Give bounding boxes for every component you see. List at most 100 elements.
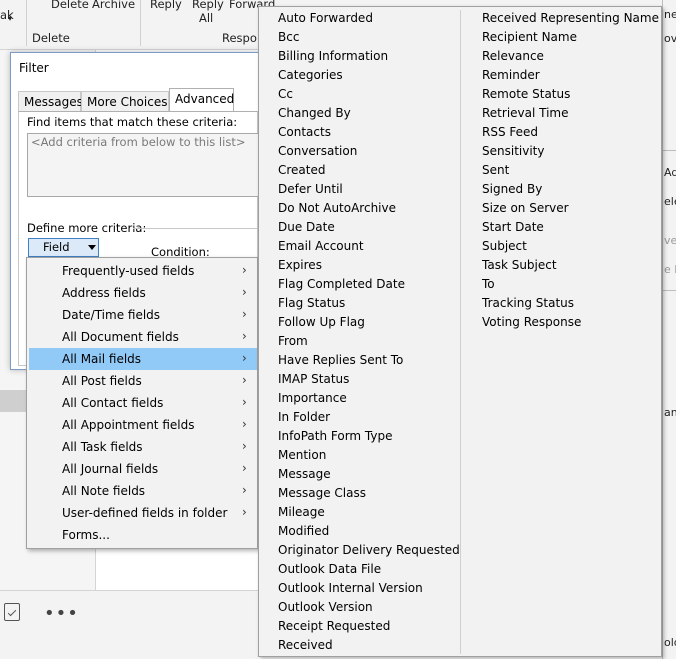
mail-field-auto-forwarded[interactable]: Auto Forwarded (278, 11, 373, 30)
mail-field-outlook-version[interactable]: Outlook Version (278, 600, 373, 619)
tab-messages[interactable]: Messages (18, 91, 83, 112)
mail-field-email-account[interactable]: Email Account (278, 239, 364, 258)
mail-field-message-class[interactable]: Message Class (278, 486, 366, 505)
reply-all-button-line2[interactable]: All (199, 11, 213, 25)
mail-field-task-subject[interactable]: Task Subject (482, 258, 557, 277)
more-apps-icon[interactable]: ••• (44, 603, 79, 624)
divider (133, 228, 257, 229)
chevron-right-icon: › (242, 285, 247, 299)
mail-field-mileage[interactable]: Mileage (278, 505, 325, 524)
mail-field-contacts[interactable]: Contacts (278, 125, 331, 144)
field-menu-item-label: Forms... (62, 528, 110, 542)
mail-field-recipient-name[interactable]: Recipient Name (482, 30, 577, 49)
mail-field-mention[interactable]: Mention (278, 448, 326, 467)
field-menu-item-address-fields[interactable]: Address fields › (29, 282, 257, 304)
mail-field-due-date[interactable]: Due Date (278, 220, 335, 239)
mail-field-signed-by[interactable]: Signed By (482, 182, 542, 201)
delete-button[interactable]: Delete (51, 0, 89, 11)
mail-field-received-representing-name[interactable]: Received Representing Name (482, 11, 659, 30)
mail-field-tracking-status[interactable]: Tracking Status (482, 296, 574, 315)
ribbon-separator (140, 0, 141, 46)
field-menu-item-user-defined-fields-in-folder[interactable]: User-defined fields in folder › (29, 502, 257, 524)
mail-field-start-date[interactable]: Start Date (482, 220, 544, 239)
mail-field-subject[interactable]: Subject (482, 239, 527, 258)
mail-field-categories[interactable]: Categories (278, 68, 343, 87)
mail-field-message[interactable]: Message (278, 467, 331, 486)
mail-field-bcc[interactable]: Bcc (278, 30, 299, 49)
mail-field-conversation[interactable]: Conversation (278, 144, 357, 163)
field-menu-item-all-document-fields[interactable]: All Document fields › (29, 326, 257, 348)
tab-more-choices[interactable]: More Choices (81, 91, 169, 112)
mail-field-do-not-autoarchive[interactable]: Do Not AutoArchive (278, 201, 396, 220)
mail-field-retrieval-time[interactable]: Retrieval Time (482, 106, 569, 125)
field-menu-item-forms[interactable]: Forms... (29, 524, 257, 546)
mail-field-modified[interactable]: Modified (278, 524, 329, 543)
reading-pane-edge (662, 0, 676, 659)
chevron-right-icon: › (242, 439, 247, 453)
mail-field-follow-up-flag[interactable]: Follow Up Flag (278, 315, 365, 334)
field-menu-item-all-mail-fields[interactable]: All Mail fields › (29, 348, 257, 370)
mail-field-flag-completed-date[interactable]: Flag Completed Date (278, 277, 405, 296)
field-menu-item-label: All Task fields (62, 440, 143, 454)
chevron-right-icon: › (242, 395, 247, 409)
chevron-right-icon: › (242, 307, 247, 321)
mail-field-defer-until[interactable]: Defer Until (278, 182, 343, 201)
chevron-right-icon: › (242, 329, 247, 343)
mail-field-to[interactable]: To (482, 277, 495, 296)
mail-field-in-folder[interactable]: In Folder (278, 410, 330, 429)
criteria-placeholder: <Add criteria from below to this list> (31, 135, 246, 149)
mail-field-from[interactable]: From (278, 334, 308, 353)
mail-field-imap-status[interactable]: IMAP Status (278, 372, 349, 391)
tab-advanced[interactable]: Advanced (169, 88, 234, 112)
ribbon-fragment-right: old (664, 636, 676, 649)
reply-button[interactable]: Reply (150, 0, 182, 11)
field-menu-item-all-task-fields[interactable]: All Task fields › (29, 436, 257, 458)
dialog-title: Filter (19, 61, 49, 75)
mail-field-flag-status[interactable]: Flag Status (278, 296, 345, 315)
column-divider (460, 10, 461, 654)
mail-field-expires[interactable]: Expires (278, 258, 322, 277)
mail-field-size-on-server[interactable]: Size on Server (482, 201, 569, 220)
ribbon-separator (26, 0, 27, 46)
reply-all-button[interactable]: Reply (192, 0, 224, 11)
tasks-icon[interactable] (4, 603, 20, 621)
mail-field-remote-status[interactable]: Remote Status (482, 87, 570, 106)
field-menu-item-all-post-fields[interactable]: All Post fields › (29, 370, 257, 392)
ribbon-fragment-right: ele (664, 195, 676, 208)
mail-field-changed-by[interactable]: Changed By (278, 106, 351, 125)
field-menu-item-all-note-fields[interactable]: All Note fields › (29, 480, 257, 502)
mail-field-received[interactable]: Received (278, 638, 333, 657)
field-menu-item-label: All Contact fields (62, 396, 164, 410)
mail-field-importance[interactable]: Importance (278, 391, 347, 410)
mail-field-created[interactable]: Created (278, 163, 326, 182)
field-menu-item-label: All Mail fields (62, 352, 142, 366)
chevron-right-icon: › (242, 417, 247, 431)
mail-field-reminder[interactable]: Reminder (482, 68, 540, 87)
mail-field-infopath-form-type[interactable]: InfoPath Form Type (278, 429, 393, 448)
mail-field-relevance[interactable]: Relevance (482, 49, 544, 68)
field-menu-item-all-appointment-fields[interactable]: All Appointment fields › (29, 414, 257, 436)
field-menu-item-all-journal-fields[interactable]: All Journal fields › (29, 458, 257, 480)
mail-field-originator-delivery-requested[interactable]: Originator Delivery Requested (278, 543, 460, 562)
chevron-right-icon: › (242, 483, 247, 497)
mail-field-cc[interactable]: Cc (278, 87, 293, 106)
mail-field-sensitivity[interactable]: Sensitivity (482, 144, 544, 163)
field-menu-item-label: All Journal fields (62, 462, 159, 476)
ribbon-fragment-right: ve (664, 234, 676, 247)
chevron-down-icon: ▾ (8, 14, 13, 23)
mail-field-outlook-internal-version[interactable]: Outlook Internal Version (278, 581, 423, 600)
mail-field-receipt-requested[interactable]: Receipt Requested (278, 619, 390, 638)
field-menu-item-all-contact-fields[interactable]: All Contact fields › (29, 392, 257, 414)
mail-field-voting-response[interactable]: Voting Response (482, 315, 581, 334)
chevron-down-icon (88, 245, 96, 250)
mail-field-billing-information[interactable]: Billing Information (278, 49, 388, 68)
field-menu-item-frequently-used-fields[interactable]: Frequently-used fields › (29, 260, 257, 282)
archive-button[interactable]: Archive (92, 0, 135, 11)
mail-field-rss-feed[interactable]: RSS Feed (482, 125, 538, 144)
mail-field-sent[interactable]: Sent (482, 163, 509, 182)
mail-field-outlook-data-file[interactable]: Outlook Data File (278, 562, 381, 581)
find-items-label: Find items that match these criteria: (27, 115, 238, 129)
field-menu-item-date-time-fields[interactable]: Date/Time fields › (29, 304, 257, 326)
mail-field-have-replies-sent-to[interactable]: Have Replies Sent To (278, 353, 403, 372)
field-menu-item-label: User-defined fields in folder (62, 506, 228, 520)
